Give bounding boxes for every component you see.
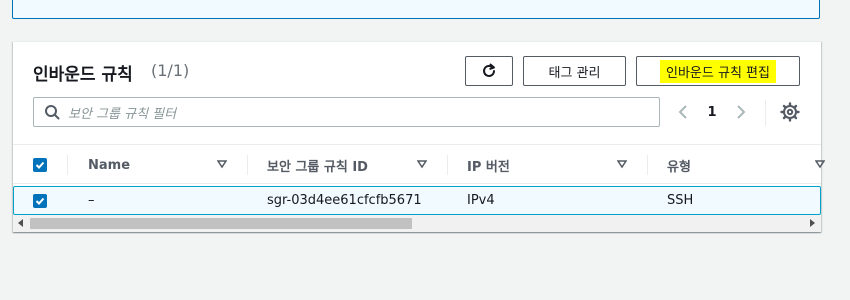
pagination: 1 <box>673 100 751 124</box>
refresh-button[interactable] <box>465 56 513 86</box>
scroll-thumb[interactable] <box>30 218 412 229</box>
column-divider <box>247 155 248 175</box>
chevron-left-icon[interactable] <box>673 102 693 122</box>
column-divider <box>447 155 448 175</box>
info-box <box>12 0 820 19</box>
cell-type: SSH <box>667 193 694 208</box>
manage-tags-button[interactable]: 태그 관리 <box>523 56 626 86</box>
rule-count: (1/1) <box>151 61 190 80</box>
row-checkbox[interactable] <box>33 187 47 214</box>
sort-down-icon[interactable] <box>417 159 427 169</box>
column-header-ip-version[interactable]: IP 버전 <box>467 145 510 185</box>
checkbox-checked-icon <box>33 193 47 208</box>
cell-rule-id: sgr-03d4ee61cfcfb5671 <box>267 193 422 208</box>
sort-down-icon[interactable] <box>617 159 627 169</box>
checkbox-checked-icon <box>33 158 47 172</box>
cell-name: – <box>88 193 95 208</box>
column-header-name[interactable]: Name <box>88 145 130 185</box>
table-row[interactable]: – sgr-03d4ee61cfcfb5671 IPv4 SSH <box>13 186 821 215</box>
column-header-rule-id[interactable]: 보안 그룹 규칙 ID <box>267 145 368 185</box>
table-header: Name 보안 그룹 규칙 ID IP 버전 유형 <box>13 144 825 185</box>
sort-down-icon[interactable] <box>217 159 227 169</box>
gear-icon[interactable] <box>780 102 800 122</box>
cell-ip-version: IPv4 <box>467 193 495 208</box>
column-header-type[interactable]: 유형 <box>667 145 691 185</box>
search-input[interactable]: 보안 그룹 규칙 필터 <box>68 103 176 122</box>
search-field[interactable]: 보안 그룹 규칙 필터 <box>33 97 660 127</box>
inbound-rules-panel: 인바운드 규칙 (1/1) 태그 관리 인바운드 규칙 편집 보안 그룹 규칙 … <box>13 41 825 232</box>
horizontal-scrollbar[interactable] <box>13 215 821 232</box>
column-divider <box>647 155 648 175</box>
panel-title: 인바운드 규칙 <box>33 65 133 85</box>
search-icon <box>45 105 60 120</box>
column-divider <box>67 155 68 175</box>
manage-tags-label: 태그 관리 <box>548 65 601 81</box>
scroll-left-icon[interactable] <box>18 219 23 227</box>
sort-down-icon[interactable] <box>815 159 825 169</box>
select-all-checkbox[interactable] <box>33 145 47 185</box>
refresh-icon <box>483 63 495 77</box>
pager-divider <box>765 100 766 126</box>
chevron-right-icon[interactable] <box>731 102 751 122</box>
edit-inbound-rules-label: 인바운드 규칙 편집 <box>660 59 776 83</box>
edit-inbound-rules-button[interactable]: 인바운드 규칙 편집 <box>636 56 800 86</box>
page-number[interactable]: 1 <box>693 105 731 120</box>
scroll-right-icon[interactable] <box>810 219 815 227</box>
